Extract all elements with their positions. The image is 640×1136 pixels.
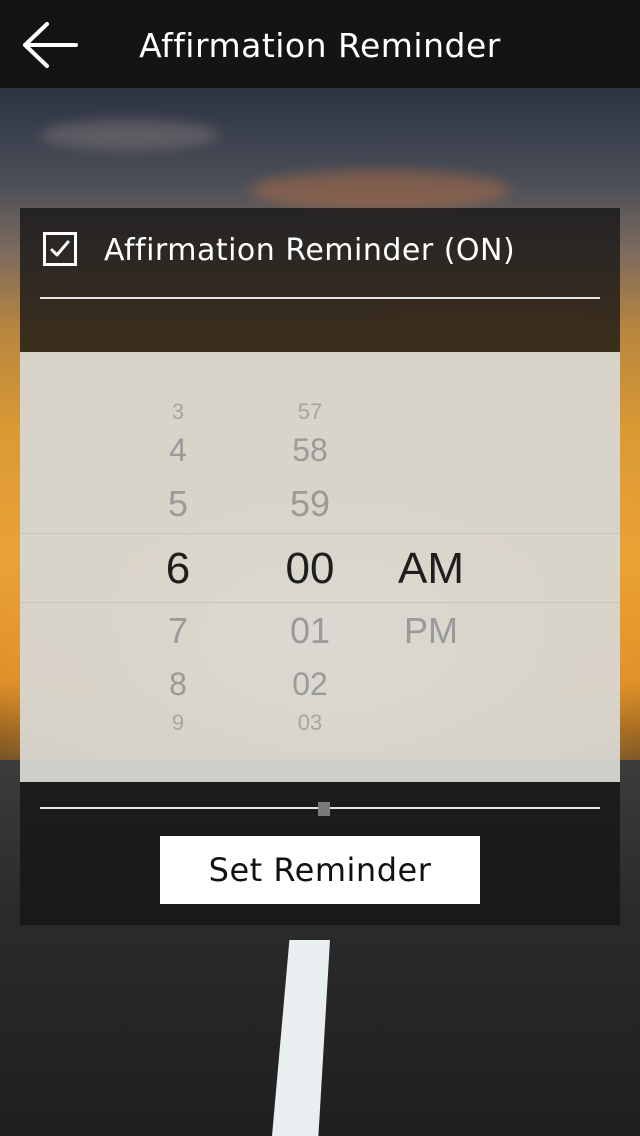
minute-option[interactable]: 59	[250, 483, 370, 525]
minute-option[interactable]: 57	[250, 399, 370, 425]
scroll-indicator[interactable]	[318, 802, 330, 816]
hour-option[interactable]: 7	[118, 610, 238, 652]
reminder-toggle-row[interactable]: Affirmation Reminder (ON)	[20, 208, 620, 296]
hour-option[interactable]: 5	[118, 483, 238, 525]
reminder-checkbox[interactable]	[43, 232, 77, 266]
hour-option[interactable]: 8	[118, 666, 238, 703]
minute-wheel[interactable]: 57 58 59 00 01 02 03	[250, 352, 370, 782]
period-option[interactable]: PM	[371, 610, 491, 652]
minute-option[interactable]: 01	[250, 610, 370, 652]
page-title: Affirmation Reminder	[139, 26, 501, 65]
cloud	[40, 120, 220, 150]
minute-option[interactable]: 58	[250, 432, 370, 469]
top-divider	[40, 297, 600, 299]
period-wheel[interactable]: AM PM	[371, 352, 491, 782]
set-reminder-button[interactable]: Set Reminder	[160, 836, 480, 904]
top-bar: Affirmation Reminder	[0, 0, 640, 88]
reminder-toggle-label: Affirmation Reminder (ON)	[104, 233, 516, 268]
hour-selected[interactable]: 6	[118, 544, 238, 594]
reminder-panel: Affirmation Reminder (ON) 3 4 5 6 7 8 9 …	[20, 208, 620, 925]
minute-selected[interactable]: 00	[250, 544, 370, 594]
time-picker[interactable]: 3 4 5 6 7 8 9 57 58 59 00 01 02 03 AM PM	[20, 352, 620, 782]
minute-option[interactable]: 02	[250, 666, 370, 703]
hour-option[interactable]: 3	[118, 399, 238, 425]
period-selected[interactable]: AM	[371, 544, 491, 594]
cloud	[250, 170, 510, 210]
hour-wheel[interactable]: 3 4 5 6 7 8 9	[118, 352, 238, 782]
minute-option[interactable]: 03	[250, 710, 370, 736]
hour-option[interactable]: 4	[118, 432, 238, 469]
checkmark-icon	[50, 240, 70, 257]
hour-option[interactable]: 9	[118, 710, 238, 736]
